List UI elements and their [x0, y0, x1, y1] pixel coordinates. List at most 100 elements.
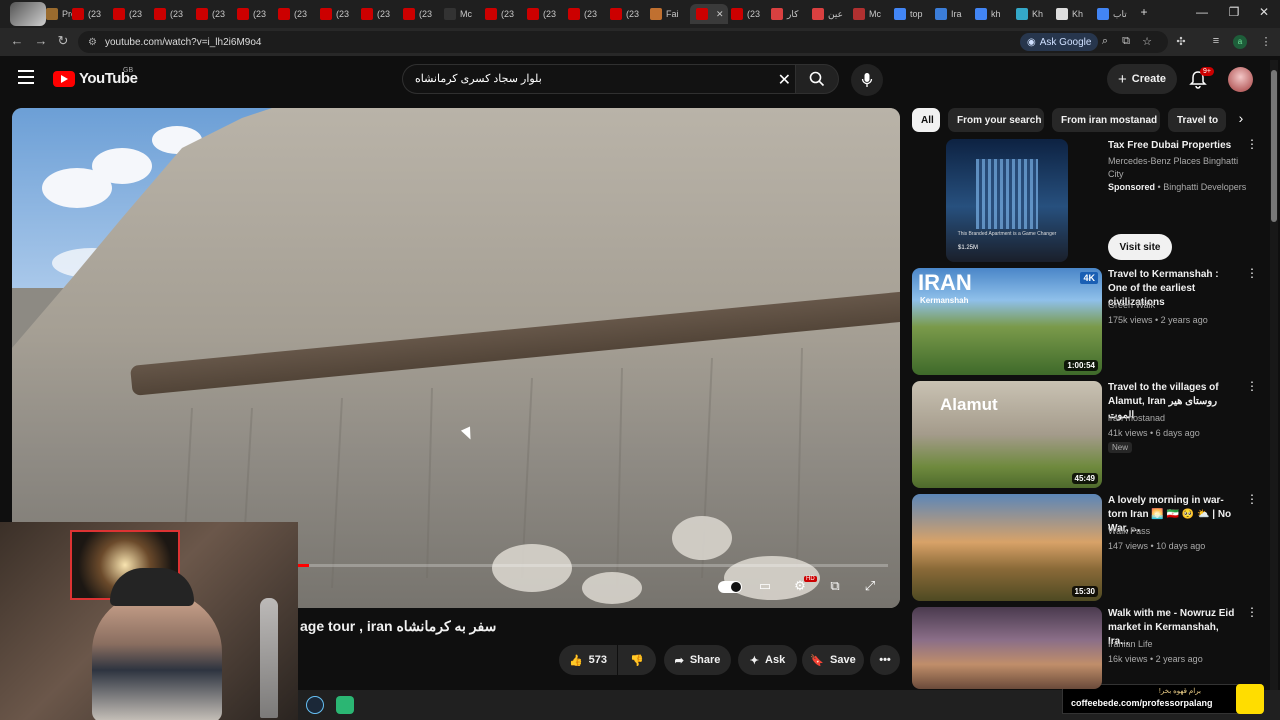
channel-name[interactable]: iran mostanad — [1108, 413, 1165, 423]
search-input[interactable]: بلوار سجاد کسری کرمانشاه ✕ — [402, 64, 795, 94]
extensions-icon[interactable]: ✣ — [1174, 35, 1188, 48]
install-icon[interactable]: ⧉ — [1119, 35, 1133, 48]
share-icon: ➦ — [674, 654, 684, 667]
browser-tab[interactable]: Kh — [1016, 4, 1052, 24]
reload-icon[interactable]: ↻ — [54, 33, 72, 49]
more-vert-icon[interactable]: ⋮ — [1246, 380, 1258, 392]
new-tab-button[interactable]: + — [1134, 5, 1154, 19]
scrollbar-thumb[interactable] — [1271, 70, 1277, 222]
browser-tab[interactable]: Mc — [444, 4, 480, 24]
minimize-button[interactable]: — — [1192, 5, 1212, 19]
autoplay-toggle[interactable] — [718, 581, 742, 593]
thumbs-down-icon: 👎 — [630, 654, 644, 667]
browser-tab[interactable]: عین — [812, 4, 848, 24]
browser-tab[interactable]: Ira — [935, 4, 971, 24]
ad-thumbnail[interactable]: This Branded Apartment is a Game Changer… — [946, 139, 1068, 262]
filter-chip[interactable]: Travel to — [1168, 108, 1226, 132]
recommended-video[interactable]: IRAN Kermanshah 4K 1:00:54 Travel to Kermans… — [912, 267, 1262, 378]
site-info-icon[interactable]: ⚙ — [88, 37, 97, 48]
browser-tab[interactable]: (23 — [731, 4, 767, 24]
browser-tab[interactable]: کار — [771, 4, 807, 24]
browser-tab[interactable]: (23 — [485, 4, 521, 24]
browser-tab[interactable]: Fai — [650, 4, 686, 24]
search-button[interactable] — [795, 64, 839, 94]
browser-tab[interactable]: (23 — [361, 4, 397, 24]
browser-tab[interactable]: Mc — [853, 4, 889, 24]
recommended-video[interactable]: Alamut 45:49 Travel to the villages of Ala… — [912, 380, 1262, 491]
more-vert-icon[interactable]: ⋮ — [1246, 267, 1258, 279]
fullscreen-icon[interactable]: ⤢ — [859, 578, 881, 596]
recommended-video[interactable]: 15:30 A lovely morning in war-torn Iran 🌅… — [912, 493, 1262, 604]
channel-name[interactable]: Walk Pass — [1108, 526, 1150, 536]
browser-tab[interactable]: (23 — [527, 4, 563, 24]
video-thumbnail[interactable]: IRAN Kermanshah 4K 1:00:54 — [912, 268, 1102, 375]
video-thumbnail[interactable]: 15:30 — [912, 494, 1102, 601]
filter-chip[interactable]: All — [912, 108, 940, 132]
tab-label: Kh — [1072, 9, 1084, 19]
recommended-video[interactable]: Walk with me - Nowruz Eid market in Kerm… — [912, 606, 1262, 717]
channel-name[interactable]: Iranian Life — [1108, 639, 1153, 649]
address-bar[interactable]: ⚙ youtube.com/watch?v=i_lh2i6M9o4 — [78, 31, 1168, 53]
browser-tab[interactable]: kh — [975, 4, 1011, 24]
tab-favicon-icon — [154, 8, 166, 20]
zoom-icon[interactable]: ⌕ — [1098, 35, 1112, 48]
browser-tab[interactable]: (23 — [403, 4, 439, 24]
save-button[interactable]: 🔖 Save — [802, 645, 864, 675]
tab-label: (23 — [170, 9, 184, 19]
tab-label: کار — [787, 8, 799, 19]
ad-title[interactable]: Tax Free Dubai Properties — [1108, 139, 1240, 153]
bookmark-star-icon[interactable]: ☆ — [1140, 35, 1154, 48]
browser-tab[interactable]: (23 — [72, 4, 108, 24]
chevron-right-icon[interactable]: › — [1232, 110, 1250, 130]
more-vert-icon[interactable]: ⋮ — [1246, 138, 1258, 150]
browser-tab[interactable]: Kh — [1056, 4, 1092, 24]
app-icon[interactable] — [336, 696, 354, 714]
subtitles-icon[interactable]: ▭ — [754, 578, 776, 596]
account-avatar[interactable] — [1228, 67, 1253, 92]
profile-avatar[interactable] — [10, 2, 46, 26]
menu-icon[interactable] — [18, 70, 34, 84]
like-count: 573 — [588, 654, 608, 666]
back-icon[interactable]: ← — [8, 33, 26, 48]
browser-tab[interactable]: (23 — [196, 4, 232, 24]
restore-button[interactable]: ❐ — [1224, 5, 1244, 19]
browser-tab[interactable]: (23 — [237, 4, 273, 24]
video-thumbnail[interactable] — [912, 607, 1102, 689]
voice-search-button[interactable] — [851, 64, 883, 96]
filter-chip[interactable]: From your search — [948, 108, 1044, 132]
close-tab-icon[interactable]: ✕ — [716, 9, 724, 20]
ask-google-button[interactable]: ◉ Ask Google — [1020, 33, 1099, 51]
clear-search-icon[interactable]: ✕ — [778, 70, 791, 90]
browser-tab[interactable]: (23 — [320, 4, 356, 24]
save-label: Save — [830, 654, 856, 666]
browser-tab[interactable]: (23 — [113, 4, 149, 24]
browser-tab[interactable]: ✕ — [690, 4, 728, 24]
share-button[interactable]: ➦ Share — [664, 645, 731, 675]
profile-button[interactable]: a — [1233, 35, 1247, 49]
browser-tab[interactable]: (23 — [610, 4, 646, 24]
forward-icon[interactable]: → — [32, 33, 50, 48]
browser-tab[interactable]: تاب — [1097, 4, 1133, 24]
browser-tab[interactable]: (23 — [568, 4, 604, 24]
sponsored-ad[interactable]: This Branded Apartment is a Game Changer… — [912, 138, 1262, 264]
like-button[interactable]: 👍 573 — [559, 645, 617, 675]
visit-site-button[interactable]: Visit site — [1108, 234, 1172, 260]
browser-tab[interactable]: (23 — [278, 4, 314, 24]
browser-menu-icon[interactable]: ⋮ — [1259, 35, 1273, 48]
browser-tab[interactable]: (23 — [154, 4, 190, 24]
filter-chip[interactable]: From iran mostanad — [1052, 108, 1160, 132]
video-thumbnail[interactable]: Alamut 45:49 — [912, 381, 1102, 488]
miniplayer-icon[interactable]: ⧉ — [824, 578, 846, 596]
close-window-button[interactable]: ✕ — [1254, 5, 1274, 19]
browser-tab[interactable]: top — [894, 4, 930, 24]
dislike-button[interactable]: 👎 — [618, 645, 656, 675]
steam-icon[interactable] — [306, 696, 324, 714]
more-vert-icon[interactable]: ⋮ — [1246, 493, 1258, 505]
ask-button[interactable]: ✦ Ask — [738, 645, 797, 675]
more-actions-button[interactable]: ••• — [870, 645, 900, 675]
more-vert-icon[interactable]: ⋮ — [1246, 606, 1258, 618]
channel-name[interactable]: Green Walk — [1108, 300, 1155, 310]
tab-label: Mc — [869, 9, 881, 19]
create-button[interactable]: + Create — [1107, 64, 1177, 94]
media-control-icon[interactable]: ≡ — [1209, 35, 1223, 47]
